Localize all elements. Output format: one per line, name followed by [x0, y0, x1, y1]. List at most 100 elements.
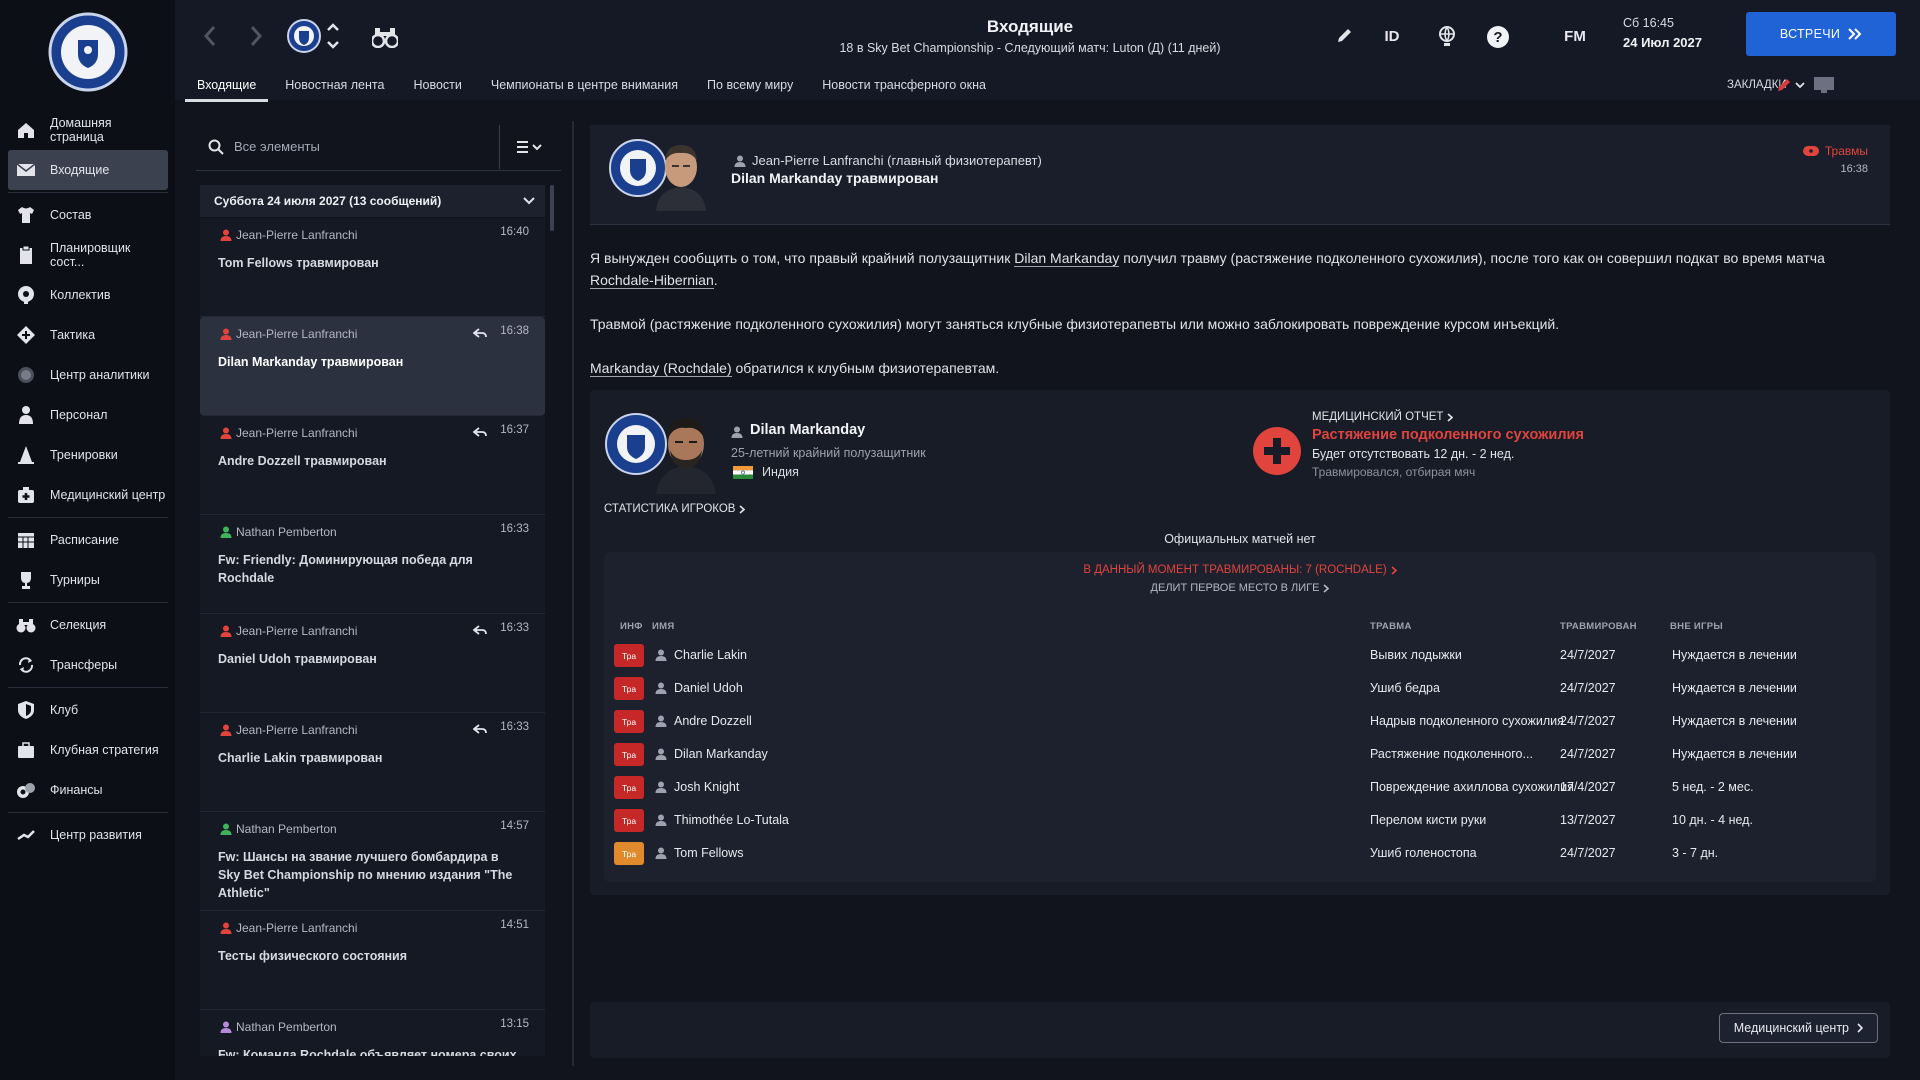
help-button[interactable]: ? [1483, 22, 1513, 52]
sidebar-item-staff[interactable]: Персонал [8, 395, 168, 435]
page-subtitle[interactable]: 18 в Sky Bet Championship - Следующий ма… [655, 41, 1405, 55]
player-name[interactable]: Dilan Markanday [674, 747, 768, 761]
world-button[interactable] [1432, 22, 1462, 50]
column-header-injured[interactable]: ТРАВМИРОВАН [1560, 621, 1637, 632]
injury-type: Надрыв подколенного сухожилия [1370, 714, 1564, 728]
text: обратился к клубным физиотерапевтам. [731, 360, 1000, 376]
player-name[interactable]: Dilan Markanday [750, 422, 865, 438]
injuries-count-link[interactable]: В ДАННЫЙ МОМЕНТ ТРАВМИРОВАНЫ: 7 (ROCHDAL… [604, 564, 1876, 576]
tab-around-the-world[interactable]: По всему миру [695, 70, 805, 100]
id-button[interactable]: ID [1375, 22, 1409, 50]
list-item[interactable]: Jean-Pierre Lanfranchi 16:38 Dilan Marka… [200, 317, 545, 416]
person-icon [734, 155, 746, 167]
sidebar-item-schedule[interactable]: Расписание [8, 520, 168, 560]
search-input[interactable] [234, 139, 499, 154]
chevron-left-icon [203, 26, 216, 46]
meetings-continue-button[interactable]: ВСТРЕЧИ [1746, 12, 1896, 56]
sidebar-item-inbox[interactable]: Входящие [8, 150, 168, 190]
sidebar-item-transfers[interactable]: Трансферы [8, 645, 168, 685]
list-item[interactable]: Nathan Pemberton 13:15 Fw: Команда Rochd… [200, 1010, 545, 1056]
sidebar-item-squad[interactable]: Состав [8, 195, 168, 235]
message-subject: Fw: Шансы на звание лучшего бомбардира в… [218, 850, 513, 900]
message-sender[interactable]: Jean-Pierre Lanfranchi (главный физиотер… [752, 153, 1042, 168]
list-scrollbar[interactable] [550, 185, 554, 231]
column-header-name[interactable]: ИМЯ [652, 621, 674, 632]
sort-options-button[interactable] [516, 135, 546, 159]
player-name[interactable]: Charlie Lakin [674, 648, 747, 662]
league-rank-link[interactable]: ДЕЛИТ ПЕРВОЕ МЕСТО В ЛИГЕ [604, 582, 1876, 594]
message-group-header[interactable]: Суббота 24 июля 2027 (13 сообщений) [200, 185, 545, 217]
sidebar-item-medical-centre[interactable]: Медицинский центр [8, 475, 168, 515]
club-crest-logo[interactable] [48, 12, 128, 92]
sidebar-item-home[interactable]: Домашняя страница [8, 110, 168, 150]
back-button[interactable] [197, 22, 223, 50]
sidebar-item-finances[interactable]: Финансы [8, 770, 168, 810]
inbox-tabs: Входящие Новостная лента Новости Чемпион… [185, 70, 1003, 102]
list-item[interactable]: Nathan Pemberton 16:33 Fw: Friendly: Дом… [200, 515, 545, 614]
player-name[interactable]: Daniel Udoh [674, 681, 743, 695]
list-item[interactable]: Jean-Pierre Lanfranchi 16:33 Daniel Udoh… [200, 614, 545, 713]
list-item[interactable]: Jean-Pierre Lanfranchi 16:37 Andre Dozze… [200, 416, 545, 515]
table-row[interactable]: Тра Tom Fellows Ушиб голеностопа 24/7/20… [614, 836, 1864, 869]
table-row[interactable]: Тра Thimothée Lo-Tutala Перелом кисти ру… [614, 803, 1864, 836]
sidebar-item-development-centre[interactable]: Центр развития [8, 815, 168, 855]
table-row[interactable]: Тра Charlie Lakin Вывих лодыжки 24/7/202… [614, 638, 1864, 671]
table-row[interactable]: Тра Josh Knight Повреждение ахиллова сух… [614, 770, 1864, 803]
medical-centre-button[interactable]: Медицинский центр [1718, 1013, 1878, 1043]
sidebar-item-squad-planner[interactable]: Планировщик сост... [8, 235, 168, 275]
column-header-info[interactable]: ИНФ [620, 621, 643, 632]
calendar-icon [18, 533, 34, 548]
injury-badge: Тра [614, 809, 644, 832]
person-icon [655, 715, 667, 727]
sidebar-item-dynamics[interactable]: Коллектив [8, 275, 168, 315]
list-item[interactable]: Jean-Pierre Lanfranchi 16:33 Charlie Lak… [200, 713, 545, 812]
forward-button[interactable] [243, 22, 269, 50]
nav-divider [8, 687, 168, 688]
injuries-tag[interactable]: Травмы [1802, 144, 1868, 158]
tab-inbox[interactable]: Входящие [185, 70, 269, 102]
tab-news-feed[interactable]: Новостная лента [273, 70, 396, 100]
tab-competitions-spotlight[interactable]: Чемпионаты в центре внимания [479, 70, 690, 100]
medical-report-link[interactable]: МЕДИЦИНСКИЙ ОТЧЕТ [1312, 411, 1454, 423]
sidebar-item-label: Финансы [50, 783, 103, 797]
club-switcher[interactable] [285, 14, 345, 58]
table-row[interactable]: Тра Andre Dozzell Надрыв подколенного су… [614, 704, 1864, 737]
main-navigation: Домашняя страница Входящие Состав Планир… [8, 110, 168, 855]
player-stats-link[interactable]: СТАТИСТИКА ИГРОКОВ [604, 503, 746, 515]
person-icon [655, 682, 667, 694]
tab-transfer-window-news[interactable]: Новости трансферного окна [810, 70, 998, 100]
sidebar-item-club-vision[interactable]: Клубная стратегия [8, 730, 168, 770]
sidebar-item-tactics[interactable]: Тактика [8, 315, 168, 355]
table-row[interactable]: Тра Dilan Markanday Растяжение подколенн… [614, 737, 1864, 770]
fm-menu-button[interactable]: FM [1555, 22, 1595, 50]
sidebar-item-club[interactable]: Клуб [8, 690, 168, 730]
player-name[interactable]: Tom Fellows [674, 846, 743, 860]
edit-bookmarks-button[interactable] [1773, 74, 1795, 96]
sidebar-item-training[interactable]: Тренировки [8, 435, 168, 475]
player-link[interactable]: Markanday (Rochdale) [590, 360, 732, 377]
game-date-time[interactable]: Сб 16:45 24 Июл 2027 [1623, 16, 1702, 50]
player-name[interactable]: Andre Dozzell [674, 714, 752, 728]
training-cone-icon [18, 446, 34, 464]
player-photo[interactable] [652, 406, 720, 494]
match-link[interactable]: Rochdale-Hibernian [590, 272, 714, 289]
sidebar-item-competitions[interactable]: Турниры [8, 560, 168, 600]
scouting-binoculars-button[interactable] [370, 22, 400, 52]
list-item[interactable]: Jean-Pierre Lanfranchi 16:40 Tom Fellows… [200, 218, 545, 317]
list-item[interactable]: Nathan Pemberton 14:57 Fw: Шансы на зван… [200, 812, 545, 911]
player-name[interactable]: Thimothée Lo-Tutala [674, 813, 789, 827]
table-row[interactable]: Тра Daniel Udoh Ушиб бедра 24/7/2027 Нуж… [614, 671, 1864, 704]
list-item[interactable]: Jean-Pierre Lanfranchi 14:51 Тесты физич… [200, 911, 545, 1010]
sidebar-item-label: Домашняя страница [50, 116, 112, 144]
sidebar-item-scouting[interactable]: Селекция [8, 605, 168, 645]
sidebar-item-data-hub[interactable]: Центр аналитики [8, 355, 168, 395]
edit-button[interactable] [1332, 24, 1356, 48]
player-name[interactable]: Josh Knight [674, 780, 739, 794]
staff-photo[interactable] [652, 135, 710, 211]
person-icon [220, 724, 232, 736]
column-header-out[interactable]: ВНЕ ИГРЫ [1670, 621, 1723, 632]
tab-news[interactable]: Новости [401, 70, 473, 100]
player-nationality[interactable]: Индия [762, 465, 799, 479]
column-header-injury[interactable]: ТРАВМА [1370, 621, 1412, 632]
player-link[interactable]: Dilan Markanday [1014, 250, 1120, 267]
